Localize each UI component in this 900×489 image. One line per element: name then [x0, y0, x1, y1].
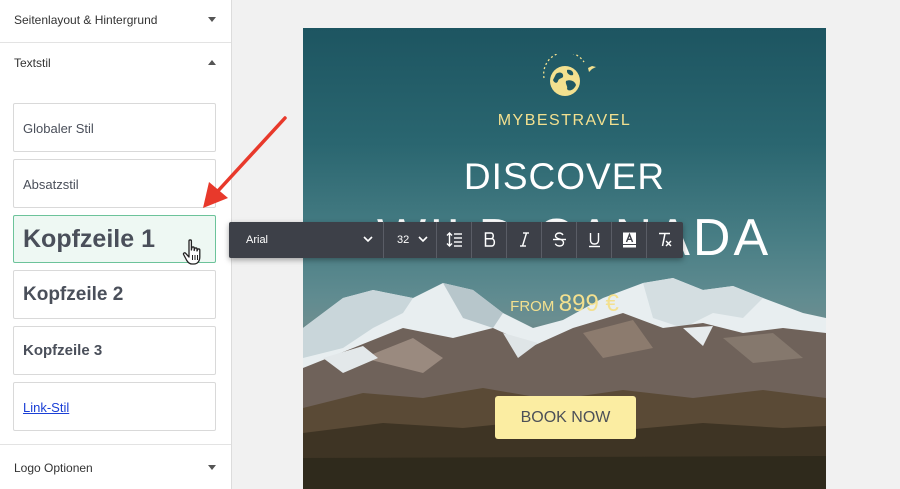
section-title: Seitenlayout & Hintergrund — [14, 13, 158, 27]
italic-button[interactable] — [507, 222, 542, 258]
text-style-paragraph[interactable]: Absatzstil — [13, 159, 216, 208]
section-title: Textstil — [14, 56, 51, 70]
bold-icon — [484, 232, 496, 247]
clear-format-icon — [659, 232, 672, 247]
text-style-label: Absatzstil — [23, 177, 79, 192]
text-style-label: Globaler Stil — [23, 121, 94, 136]
strikethrough-icon — [553, 232, 566, 247]
line-height-button[interactable] — [437, 222, 472, 258]
section-text-style-header[interactable]: Textstil — [0, 43, 231, 86]
price-prefix: FROM — [510, 298, 555, 315]
price-text[interactable]: FROM 899 € — [303, 290, 826, 318]
text-style-label: Kopfzeile 3 — [23, 342, 103, 359]
text-style-label: Link-Stil — [23, 400, 70, 415]
chevron-down-icon — [418, 236, 428, 243]
book-now-button[interactable]: BOOK NOW — [495, 396, 636, 439]
section-title: Logo Optionen — [14, 461, 93, 475]
font-size-select[interactable]: 32 — [384, 222, 437, 258]
strikethrough-button[interactable] — [542, 222, 577, 258]
text-style-heading-2[interactable]: Kopfzeile 2 — [13, 270, 216, 319]
globe-plane-logo-icon — [543, 54, 596, 96]
line-height-icon — [446, 232, 462, 247]
section-logo-options-header[interactable]: Logo Optionen — [0, 444, 231, 489]
chevron-down-icon — [208, 17, 216, 22]
email-preview[interactable]: MYBESTRAVEL DISCOVER WILD CANADA FROM 89… — [303, 28, 826, 489]
text-style-global[interactable]: Globaler Stil — [13, 103, 216, 152]
price-amount: 899 € — [558, 290, 619, 317]
text-format-toolbar: Arial 32 — [229, 222, 683, 258]
chevron-down-icon — [208, 465, 216, 470]
section-page-layout-header[interactable]: Seitenlayout & Hintergrund — [0, 0, 231, 43]
font-family-value: Arial — [246, 234, 269, 246]
text-color-icon — [623, 232, 636, 248]
chevron-up-icon — [208, 60, 216, 65]
chevron-down-icon — [363, 236, 373, 243]
headline-discover[interactable]: DISCOVER — [303, 156, 826, 198]
text-style-label: Kopfzeile 2 — [23, 284, 124, 305]
font-family-select[interactable]: Arial — [229, 222, 384, 258]
text-style-link[interactable]: Link-Stil — [13, 382, 216, 431]
brand-name: MYBESTRAVEL — [497, 112, 632, 129]
underline-icon — [589, 233, 600, 248]
italic-icon — [520, 232, 529, 247]
text-color-button[interactable] — [612, 222, 647, 258]
font-size-value: 32 — [397, 234, 410, 246]
editor-window: Seitenlayout & Hintergrund Textstil Glob… — [0, 0, 900, 489]
text-style-heading-3[interactable]: Kopfzeile 3 — [13, 326, 216, 375]
bold-button[interactable] — [472, 222, 507, 258]
text-style-label: Kopfzeile 1 — [23, 225, 155, 253]
hand-cursor-icon — [182, 239, 201, 265]
sidebar: Seitenlayout & Hintergrund Textstil Glob… — [0, 0, 232, 489]
clear-format-button[interactable] — [647, 222, 683, 258]
underline-button[interactable] — [577, 222, 612, 258]
